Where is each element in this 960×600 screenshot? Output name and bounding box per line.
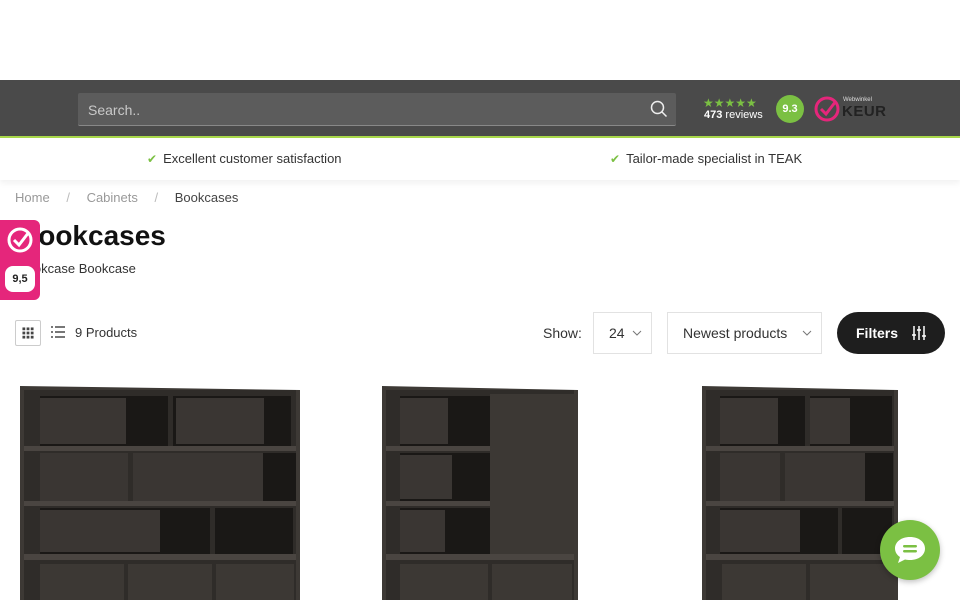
sort-value: Newest products xyxy=(683,325,788,341)
chevron-down-icon xyxy=(802,330,812,336)
keur-text: KEUR xyxy=(842,103,887,120)
product-card[interactable] xyxy=(380,378,580,600)
reviews-label: reviews xyxy=(725,109,763,121)
grid-view-icon xyxy=(22,327,34,339)
filters-label: Filters xyxy=(856,325,899,341)
bookcase-image xyxy=(20,386,300,600)
header-bar: ★★★★★ 473 reviews 9.3 Webwinkel KEUR xyxy=(0,80,960,138)
side-score: 9,5 xyxy=(5,266,35,292)
review-rating[interactable]: ★★★★★ 473 reviews xyxy=(703,97,767,123)
sliders-icon xyxy=(912,326,926,340)
list-view-icon[interactable] xyxy=(51,325,65,339)
score-badge[interactable]: 9.3 xyxy=(776,95,804,123)
per-page-select[interactable]: 24 xyxy=(593,312,652,354)
product-card[interactable] xyxy=(700,378,900,600)
webwinkelkeur-logo[interactable]: Webwinkel KEUR xyxy=(814,95,887,123)
top-banner-area xyxy=(0,0,960,80)
usp-item: ✔ Excellent customer satisfaction xyxy=(147,151,342,166)
rating-stars: ★★★★★ xyxy=(703,96,757,110)
keur-check-icon xyxy=(7,227,33,253)
search-icon[interactable] xyxy=(650,100,668,118)
sort-select[interactable]: Newest products xyxy=(667,312,822,354)
check-icon: ✔ xyxy=(147,152,158,166)
chat-button[interactable] xyxy=(880,520,940,580)
chevron-down-icon xyxy=(632,330,642,336)
breadcrumb-separator: / xyxy=(154,190,159,205)
product-card[interactable] xyxy=(18,378,303,600)
breadcrumb-current: Bookcases xyxy=(174,190,239,205)
per-page-value: 24 xyxy=(609,325,625,341)
usp-label: Tailor-made specialist in TEAK xyxy=(626,151,803,166)
breadcrumb-cabinets[interactable]: Cabinets xyxy=(87,190,138,205)
product-toolbar: 9 Products Show: 24 Newest products Filt… xyxy=(0,312,960,354)
search-input[interactable] xyxy=(78,93,638,126)
grid-view-button[interactable] xyxy=(15,320,41,346)
usp-label: Excellent customer satisfaction xyxy=(163,151,342,166)
chat-icon xyxy=(895,537,925,563)
show-label: Show: xyxy=(543,325,582,341)
usp-item: ✔ Tailor-made specialist in TEAK xyxy=(610,151,802,166)
check-icon: ✔ xyxy=(610,152,621,166)
page-title: Bookcases xyxy=(18,220,166,251)
usp-bar: ✔ Excellent customer satisfaction ✔ Tailor… xyxy=(0,140,960,180)
bookcase-image xyxy=(382,386,578,600)
search-box[interactable] xyxy=(78,93,676,126)
keur-check-icon xyxy=(814,96,840,122)
reviews-text: 473 reviews xyxy=(704,109,763,121)
side-review-badge[interactable]: 9,5 xyxy=(0,220,40,300)
filters-button[interactable]: Filters xyxy=(837,312,945,354)
product-count: 9 Products xyxy=(75,325,138,340)
bookcase-image xyxy=(702,386,898,600)
reviews-count: 473 xyxy=(704,109,723,121)
breadcrumb: Home / Cabinets / Bookcases xyxy=(15,190,238,205)
breadcrumb-home[interactable]: Home xyxy=(15,190,50,205)
breadcrumb-separator: / xyxy=(66,190,70,205)
